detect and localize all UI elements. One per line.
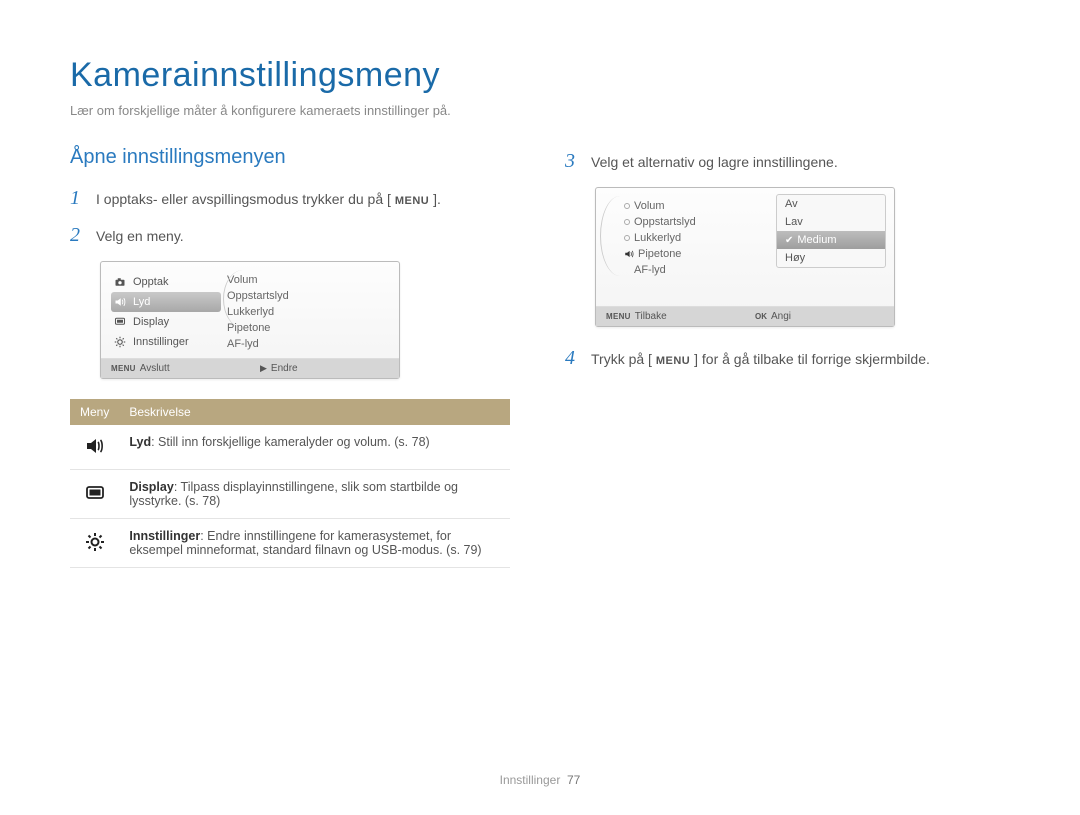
camera-menu-screenshot-2: Volum Oppstartslyd Lukkerlyd Pipetone AF…	[595, 187, 895, 327]
step-3: 3 Velg et alternativ og lagre innstillin…	[565, 150, 1010, 173]
step-4-text-after: ] for å gå tilbake til forrige skjermbil…	[694, 351, 930, 367]
menu-item-label: Innstillinger	[133, 336, 189, 348]
footer-section: Innstillinger	[500, 773, 561, 787]
menu-item-innstillinger: Innstillinger	[111, 332, 221, 352]
step-number: 3	[565, 150, 581, 173]
footer-right-label: Angi	[771, 311, 791, 322]
ok-badge-icon: OK	[755, 312, 767, 321]
footer-left-label: Tilbake	[635, 311, 667, 322]
menu-item-display: Display	[111, 312, 221, 332]
table-row: Innstillinger: Endre innstillingene for …	[70, 519, 510, 568]
check-icon: ✔	[785, 235, 793, 246]
row-desc: : Tilpass displayinnstillingene, slik so…	[129, 480, 458, 508]
menu-button-label: MENU	[395, 195, 429, 207]
row-title: Innstillinger	[129, 529, 200, 543]
menu-button-label: MENU	[656, 355, 690, 367]
gear-icon	[84, 531, 106, 553]
menu-badge-icon: MENU	[606, 312, 631, 321]
table-row: Lyd: Still inn forskjellige kameralyder …	[70, 425, 510, 470]
step-number: 4	[565, 347, 581, 370]
menu-item-label: Display	[133, 316, 169, 328]
menu-item-lyd: Lyd	[111, 292, 221, 312]
footer-right-label: Endre	[271, 363, 298, 374]
row-title: Lyd	[129, 435, 151, 449]
section-heading: Åpne innstillingsmenyen	[70, 146, 515, 169]
table-row: Display: Tilpass displayinnstillingene, …	[70, 470, 510, 519]
table-header-meny: Meny	[70, 399, 119, 425]
divider-curve	[600, 196, 640, 276]
step-4: 4 Trykk på [ MENU ] for å gå tilbake til…	[565, 347, 1010, 370]
step-number: 1	[70, 187, 86, 210]
step-1: 1 I opptaks- eller avspillingsmodus tryk…	[70, 187, 515, 210]
row-title: Display	[129, 480, 173, 494]
step-3-text: Velg et alternativ og lagre innstillinge…	[591, 154, 838, 170]
footer-left: MENU Tilbake	[596, 307, 745, 326]
menu-badge-icon: MENU	[111, 364, 136, 373]
step-2: 2 Velg en meny.	[70, 224, 515, 247]
sound-icon	[113, 295, 127, 309]
footer-left-label: Avslutt	[140, 363, 170, 374]
gear-icon	[113, 335, 127, 349]
menu-item-label: Lyd	[133, 296, 150, 308]
sound-icon	[84, 435, 106, 457]
footer-left: MENU Avslutt	[101, 359, 250, 378]
footer-right: OK Angi	[745, 307, 894, 326]
camera-menu-screenshot-1: Opptak Lyd Display	[100, 261, 400, 379]
step-2-text: Velg en meny.	[96, 228, 184, 244]
step-1-text-before: I opptaks- eller avspillingsmodus trykke…	[96, 191, 391, 207]
page-title: Kamerainnstillingsmeny	[70, 56, 1010, 95]
row-desc: : Still inn forskjellige kameralyder og …	[151, 435, 430, 449]
step-4-text-before: Trykk på [	[591, 351, 652, 367]
submenu-item: AF-lyd	[227, 336, 389, 352]
option-lav: Lav	[777, 213, 885, 231]
option-hoy: Høy	[777, 249, 885, 267]
menu-item-opptak: Opptak	[111, 272, 221, 292]
options-panel: Av Lav ✔Medium Høy	[776, 194, 886, 268]
page-footer: Innstillinger 77	[0, 773, 1080, 787]
step-number: 2	[70, 224, 86, 247]
option-av: Av	[777, 195, 885, 213]
play-icon: ▶	[260, 363, 267, 374]
menu-item-label: Opptak	[133, 276, 168, 288]
display-icon	[84, 482, 106, 504]
display-icon	[113, 315, 127, 329]
option-medium: ✔Medium	[777, 231, 885, 249]
page-subtitle: Lær om forskjellige måter å konfigurere …	[70, 103, 1010, 118]
footer-right: ▶ Endre	[250, 359, 399, 378]
menu-description-table: Meny Beskrivelse Lyd: Still inn forskjel…	[70, 399, 510, 568]
page-number: 77	[567, 773, 580, 787]
step-1-text-after: ].	[433, 191, 441, 207]
camera-icon	[113, 275, 127, 289]
table-header-beskrivelse: Beskrivelse	[119, 399, 510, 425]
divider-curve	[223, 270, 263, 328]
